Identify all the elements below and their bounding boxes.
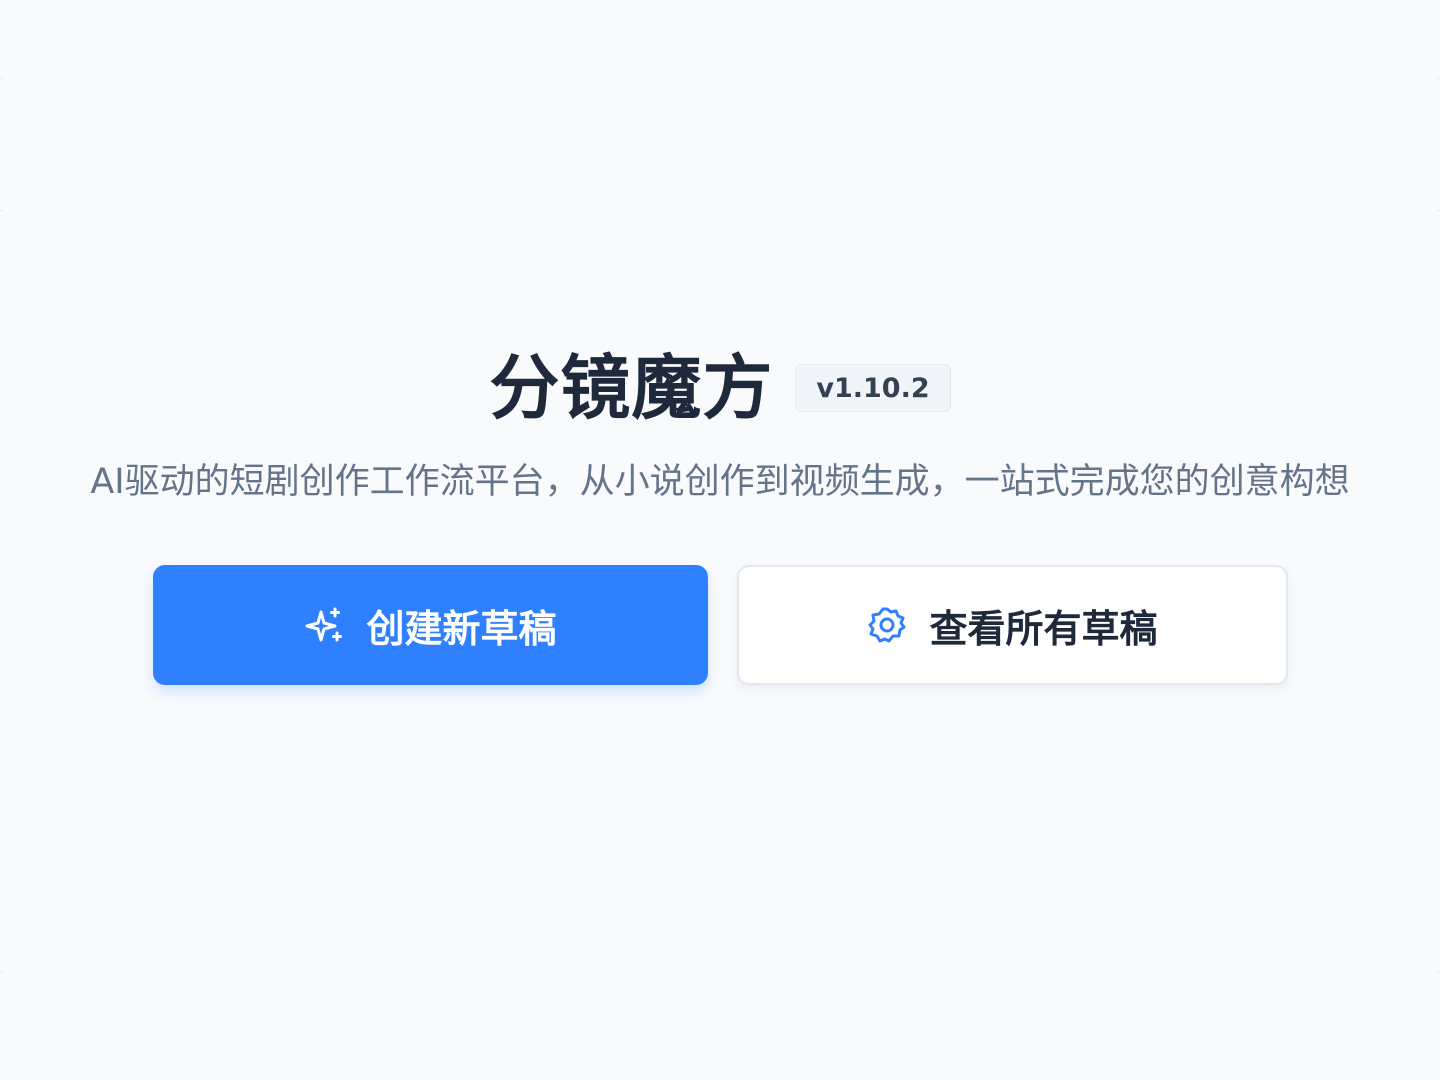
create-draft-button[interactable]: 创建新草稿	[153, 565, 708, 685]
left-edge-mark	[0, 210, 3, 211]
app-title: 分镜魔方	[489, 347, 774, 429]
welcome-page: 分镜魔方 v1.10.2 AI驱动的短剧创作工作流平台，从小说创作到视频生成，一…	[0, 0, 1440, 1080]
left-edge-mark	[0, 971, 3, 972]
view-all-drafts-button[interactable]: 查看所有草稿	[737, 565, 1288, 685]
left-edge-mark	[0, 78, 3, 79]
view-all-drafts-label: 查看所有草稿	[929, 606, 1158, 651]
create-draft-label: 创建新草稿	[366, 606, 557, 651]
action-buttons: 创建新草稿 查看所有草稿	[153, 565, 1288, 685]
app-subtitle: AI驱动的短剧创作工作流平台，从小说创作到视频生成，一站式完成您的创意构想	[90, 462, 1350, 502]
title-row: 分镜魔方 v1.10.2	[0, 340, 1440, 436]
version-badge: v1.10.2	[795, 364, 951, 412]
gear-icon	[867, 605, 907, 645]
hero-section: 分镜魔方 v1.10.2 AI驱动的短剧创作工作流平台，从小说创作到视频生成，一…	[0, 340, 1440, 539]
sparkles-icon	[304, 605, 344, 645]
